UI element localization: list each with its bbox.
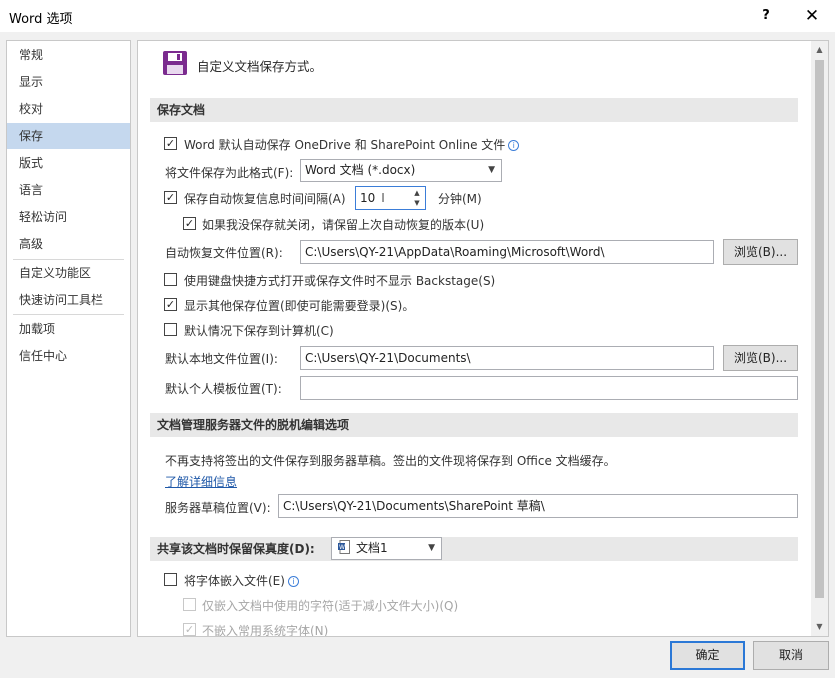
sidebar-item-general[interactable]: 常规	[7, 42, 130, 68]
autosave-checkbox[interactable]: ✓	[164, 137, 177, 150]
svg-text:W: W	[339, 544, 345, 551]
browse-local-button[interactable]: 浏览(B)...	[723, 345, 798, 371]
sidebar-divider	[13, 314, 124, 315]
window-title: Word 选项	[9, 12, 73, 27]
sidebar-item-advanced[interactable]: 高级	[7, 231, 130, 257]
show-other-locations-label: 显示其他保存位置(即使可能需要登录)(S)。	[184, 299, 415, 313]
format-select-value: Word 文档 (*.docx)	[305, 163, 416, 177]
spinner-arrows[interactable]: ▲ ▼	[410, 188, 424, 208]
template-location-label: 默认个人模板位置(T):	[165, 382, 282, 396]
embed-fonts-label: 将字体嵌入文件(E) i	[184, 572, 299, 589]
format-label: 将文件保存为此格式(F):	[165, 166, 294, 180]
content-panel: 自定义文档保存方式。 保存文档 ✓ Word 默认自动保存 OneDrive 和…	[137, 40, 829, 637]
browse-autorecover-button[interactable]: 浏览(B)...	[723, 239, 798, 265]
save-to-computer-label: 默认情况下保存到计算机(C)	[184, 324, 334, 338]
chevron-down-icon: ▼	[488, 165, 495, 175]
minutes-label: 分钟(M)	[438, 192, 482, 206]
text-cursor-icon: I	[381, 191, 385, 205]
keep-last-version-label: 如果我没保存就关闭，请保留上次自动恢复的版本(U)	[202, 218, 485, 232]
no-backstage-label: 使用键盘快捷方式打开或保存文件时不显示 Backstage(S)	[184, 274, 496, 288]
autorecover-location-label: 自动恢复文件位置(R):	[165, 246, 283, 260]
no-common-fonts-checkbox[interactable]: ✓	[183, 623, 196, 636]
sidebar-item-language[interactable]: 语言	[7, 177, 130, 203]
sidebar-item-accessibility[interactable]: 轻松访问	[7, 204, 130, 230]
autorecover-checkbox[interactable]: ✓	[164, 191, 177, 204]
no-backstage-checkbox[interactable]	[164, 273, 177, 286]
no-common-fonts-label: 不嵌入常用系统字体(N)	[202, 624, 329, 637]
keep-last-version-checkbox[interactable]: ✓	[183, 217, 196, 230]
autorecover-minutes-spinner[interactable]: 10 I ▲ ▼	[355, 186, 426, 210]
sidebar-item-trust-center[interactable]: 信任中心	[7, 343, 130, 369]
template-location-field[interactable]	[300, 376, 798, 400]
sidebar-item-display[interactable]: 显示	[7, 69, 130, 95]
embed-used-chars-checkbox[interactable]	[183, 598, 196, 611]
close-button[interactable]: ✕	[790, 0, 834, 32]
autorecover-location-field[interactable]: C:\Users\QY-21\AppData\Roaming\Microsoft…	[300, 240, 714, 264]
info-icon: i	[508, 140, 520, 151]
scroll-down-arrow-icon[interactable]: ▼	[811, 618, 828, 635]
sidebar-item-quick-access-toolbar[interactable]: 快速访问工具栏	[7, 287, 130, 313]
fidelity-document-value: 文档1	[356, 541, 388, 555]
section-save-documents: 保存文档	[150, 98, 798, 122]
save-to-computer-checkbox[interactable]	[164, 323, 177, 336]
sidebar: 常规 显示 校对 保存 版式 语言 轻松访问 高级 自定义功能区 快速访问工具栏…	[6, 40, 131, 637]
floppy-disk-icon	[162, 50, 188, 76]
vertical-scrollbar[interactable]: ▲ ▼	[811, 41, 828, 636]
scroll-up-arrow-icon[interactable]: ▲	[811, 41, 828, 58]
local-location-label: 默认本地文件位置(I):	[165, 352, 278, 366]
sidebar-item-customize-ribbon[interactable]: 自定义功能区	[7, 260, 130, 286]
ok-button[interactable]: 确定	[670, 641, 745, 670]
autorecover-minutes-value: 10	[360, 191, 376, 205]
drafts-location-label: 服务器草稿位置(V):	[165, 501, 271, 515]
sidebar-item-save[interactable]: 保存	[7, 123, 130, 149]
scrollbar-thumb[interactable]	[815, 60, 824, 598]
info-icon: i	[287, 576, 299, 587]
sidebar-item-addins[interactable]: 加载项	[7, 316, 130, 342]
fidelity-document-select[interactable]: W 文档1 ▼	[331, 537, 442, 560]
section-fidelity: 共享该文档时保留保真度(D):	[150, 537, 798, 561]
help-button[interactable]: ?	[744, 0, 788, 32]
format-select[interactable]: Word 文档 (*.docx) ▼	[300, 159, 502, 182]
section-offline-editing: 文档管理服务器文件的脱机编辑选项	[150, 413, 798, 437]
word-doc-icon: W	[338, 540, 350, 554]
title-bar: Word 选项 ? ✕	[0, 0, 835, 32]
show-other-locations-checkbox[interactable]: ✓	[164, 298, 177, 311]
embed-fonts-checkbox[interactable]	[164, 573, 177, 586]
cancel-button[interactable]: 取消	[753, 641, 829, 670]
sidebar-item-proofing[interactable]: 校对	[7, 96, 130, 122]
sidebar-item-layout[interactable]: 版式	[7, 150, 130, 176]
drafts-location-field[interactable]: C:\Users\QY-21\Documents\SharePoint 草稿\	[278, 494, 798, 518]
fidelity-title: 共享该文档时保留保真度(D):	[157, 542, 315, 556]
embed-used-chars-label: 仅嵌入文档中使用的字符(适于减小文件大小)(Q)	[202, 599, 459, 613]
autorecover-label: 保存自动恢复信息时间间隔(A)	[184, 192, 346, 206]
chevron-down-icon: ▼	[428, 543, 435, 553]
autosave-label: Word 默认自动保存 OneDrive 和 SharePoint Online…	[184, 136, 520, 153]
page-header-text: 自定义文档保存方式。	[197, 59, 323, 74]
learn-more-link[interactable]: 了解详细信息	[165, 473, 237, 490]
local-location-field[interactable]: C:\Users\QY-21\Documents\	[300, 346, 714, 370]
offline-notice: 不再支持将签出的文件保存到服务器草稿。签出的文件现将保存到 Office 文档缓…	[165, 454, 616, 468]
